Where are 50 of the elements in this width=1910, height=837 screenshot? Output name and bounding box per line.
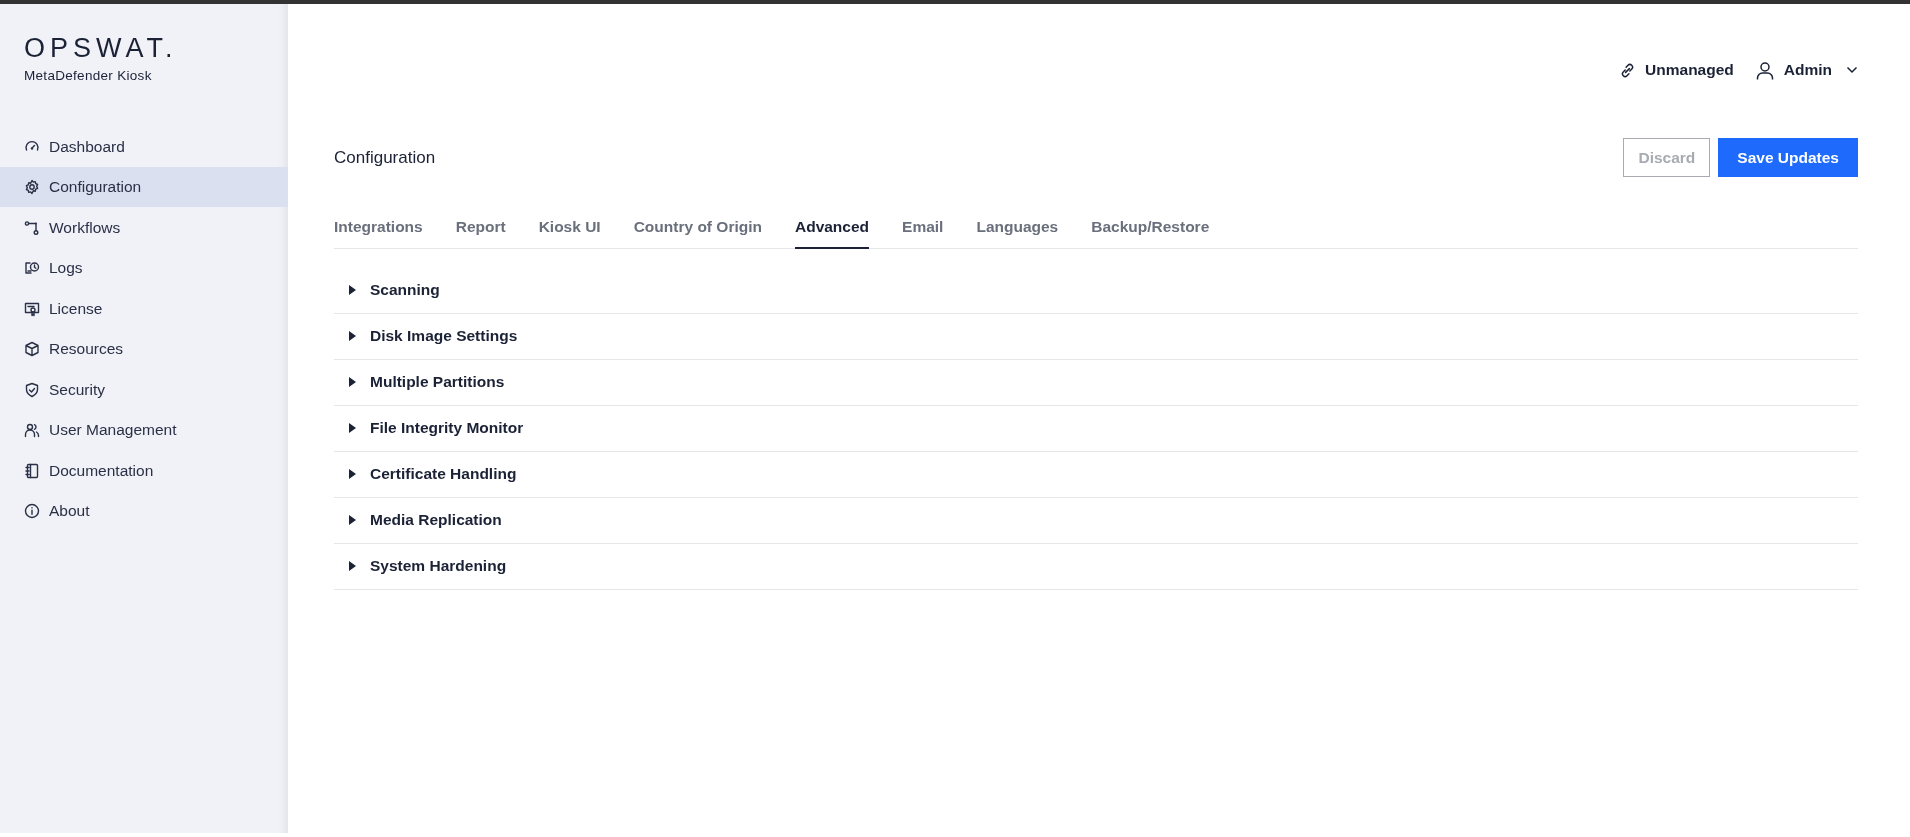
tab[interactable]: Kiosk UI <box>538 209 601 249</box>
caret-right-icon <box>349 377 356 387</box>
sidebar-item[interactable]: Dashboard <box>0 126 288 167</box>
info-icon <box>24 503 40 519</box>
sidebar-item[interactable]: License <box>0 288 288 329</box>
tab[interactable]: Backup/Restore <box>1091 209 1210 249</box>
tab[interactable]: Advanced <box>794 209 870 249</box>
accordion-header[interactable]: System Hardening <box>334 543 1858 590</box>
caret-right-icon <box>349 515 356 525</box>
sidebar-item[interactable]: About <box>0 490 288 532</box>
shield-icon <box>24 381 40 398</box>
caret-right-icon <box>349 331 356 341</box>
cube-icon <box>24 341 40 357</box>
caret-right-icon <box>349 285 356 295</box>
accordion-header[interactable]: Disk Image Settings <box>334 313 1858 360</box>
tab[interactable]: Email <box>902 209 944 249</box>
log-clock-icon <box>24 260 40 276</box>
user-icon <box>1755 60 1774 80</box>
product-name: MetaDefender Kiosk <box>24 67 153 85</box>
accordion-header[interactable]: Multiple Partitions <box>334 359 1858 406</box>
certificate-icon <box>24 300 40 317</box>
caret-right-icon <box>349 469 356 479</box>
status-indicator: Unmanaged <box>1620 58 1734 82</box>
accordion-header[interactable]: Media Replication <box>334 497 1858 544</box>
user-menu[interactable]: Admin <box>1755 58 1858 82</box>
accordion-header[interactable]: File Integrity Monitor <box>334 405 1858 452</box>
sidebar-item[interactable]: Configuration <box>0 166 288 208</box>
tab[interactable]: Languages <box>976 209 1059 249</box>
broken-link-icon <box>1620 62 1636 78</box>
notebook-icon <box>24 462 40 479</box>
caret-right-icon <box>349 423 356 433</box>
chevron-down-icon <box>1846 66 1858 74</box>
sidebar-item[interactable]: Resources <box>0 328 288 370</box>
page-title: Configuration <box>334 146 436 169</box>
accordion-header[interactable]: Certificate Handling <box>334 451 1858 498</box>
sidebar-item[interactable]: User Management <box>0 409 288 451</box>
tab[interactable]: Report <box>455 209 506 249</box>
tab[interactable]: Integrations <box>334 209 423 249</box>
accordion-header[interactable]: Scanning <box>334 267 1858 314</box>
users-icon <box>24 422 40 438</box>
settings-icon <box>24 179 40 195</box>
sidebar-item[interactable]: Security <box>0 369 288 410</box>
caret-right-icon <box>349 561 356 571</box>
logo: OPSWAT. <box>24 35 179 62</box>
sidebar-item[interactable]: Logs <box>0 247 288 289</box>
tab[interactable]: Country of Origin <box>633 209 762 249</box>
branch-icon <box>24 219 40 236</box>
save-button[interactable]: Save Updates <box>1718 138 1858 178</box>
sidebar-item[interactable]: Workflows <box>0 207 288 248</box>
sidebar-item[interactable]: Documentation <box>0 450 288 491</box>
